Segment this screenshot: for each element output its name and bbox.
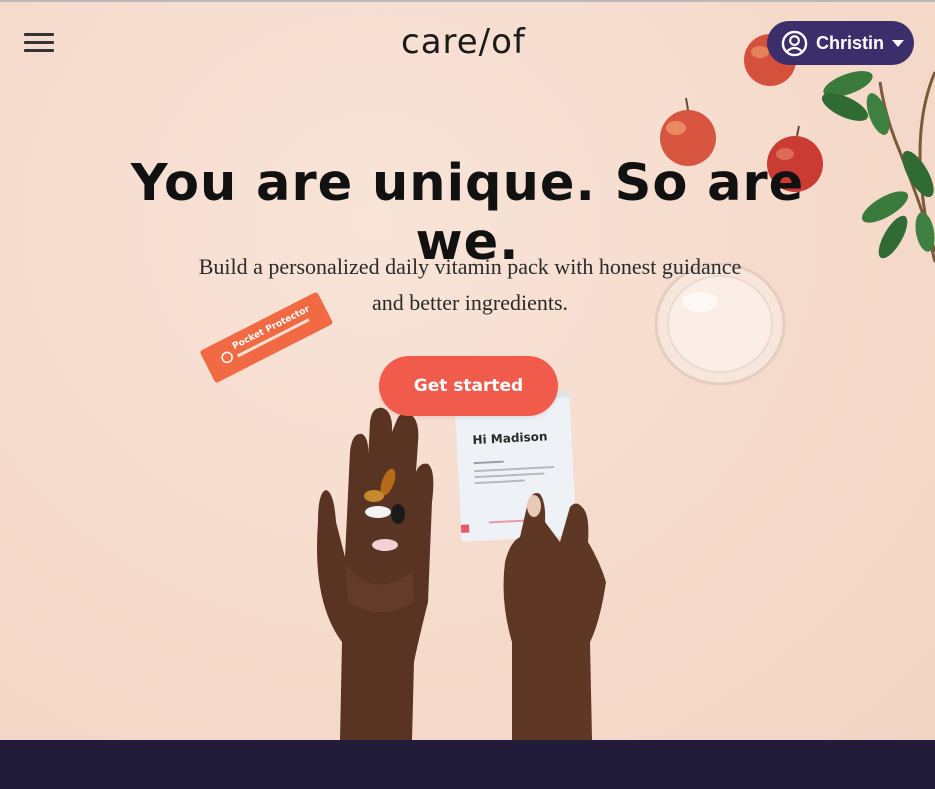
menu-icon[interactable] xyxy=(24,32,54,54)
hero-section: Pocket Protector Hi Madison care/of Chri… xyxy=(0,2,935,740)
chevron-down-icon xyxy=(892,39,905,47)
hand-holding-pills-image xyxy=(317,407,434,740)
brand-logo[interactable]: care/of xyxy=(401,22,541,62)
footer-band xyxy=(0,740,935,789)
get-started-button[interactable]: Get started xyxy=(379,356,558,416)
user-circle-icon xyxy=(781,30,808,56)
hero-subhead: Build a personalized daily vitamin pack … xyxy=(198,254,742,315)
user-menu-button[interactable]: Christin xyxy=(767,21,914,65)
user-name: Christin xyxy=(816,32,885,53)
